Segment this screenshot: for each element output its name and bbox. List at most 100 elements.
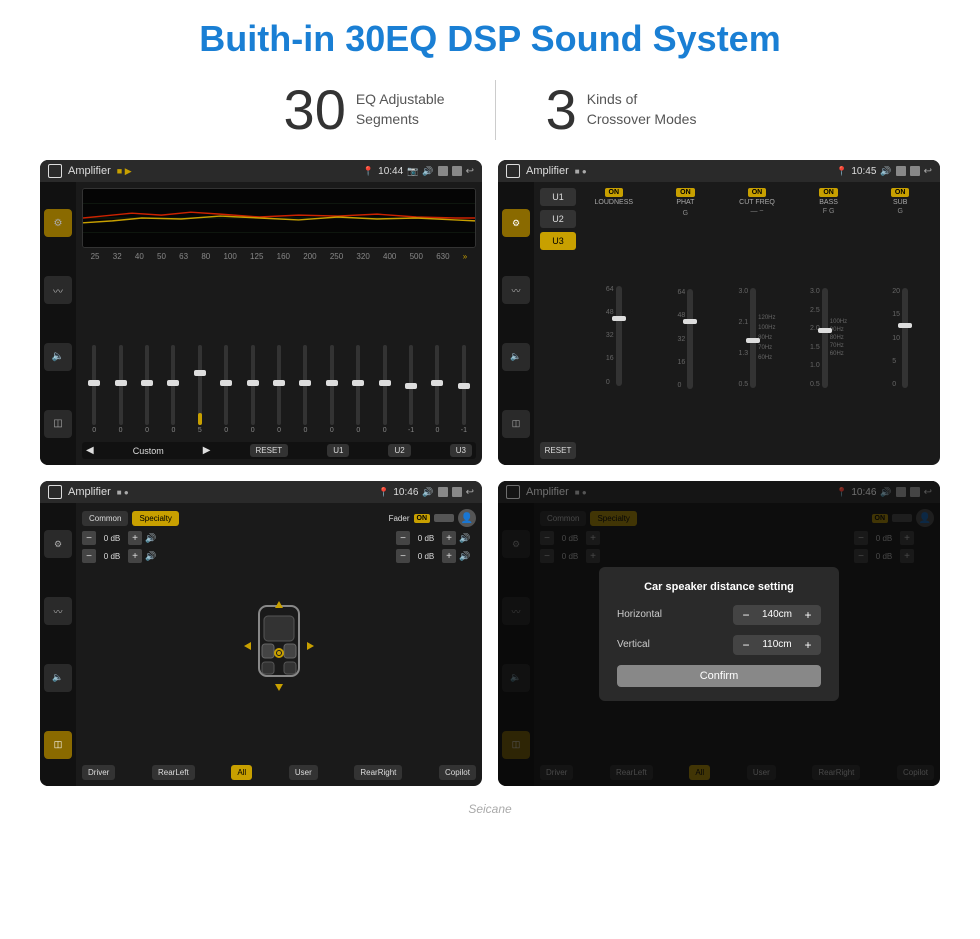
eq-slider-3[interactable]: 0: [135, 345, 159, 434]
eq-slider-2[interactable]: 0: [108, 345, 132, 434]
loudness-on-btn[interactable]: ON: [605, 188, 624, 197]
vertical-minus-btn[interactable]: −: [739, 638, 753, 652]
cr-sidebar-2[interactable]: 〰: [502, 276, 530, 304]
sp1-sb1[interactable]: ⚙: [44, 530, 72, 558]
sp1-center: − 0 dB + 🔊 − 0 dB + 🔊: [82, 531, 476, 761]
eq-sidebar-btn-3[interactable]: 🔈: [44, 343, 72, 371]
specialty-mode-btn[interactable]: Specialty: [132, 511, 178, 526]
back-icon-sp1[interactable]: ↩: [466, 487, 474, 498]
u3-btn[interactable]: U3: [450, 444, 472, 457]
confirm-button[interactable]: Confirm: [617, 665, 821, 687]
next-icon[interactable]: ▶: [203, 445, 211, 456]
vol-minus-2[interactable]: −: [82, 549, 96, 563]
home-icon[interactable]: [48, 164, 62, 178]
vol-plus-4[interactable]: +: [442, 549, 456, 563]
eq-slider-4[interactable]: 0: [161, 345, 185, 434]
eq-slider-5[interactable]: 5: [188, 345, 212, 434]
eq-sidebar-btn-4[interactable]: ◫: [44, 410, 72, 438]
eq-icon: ⚙: [54, 218, 63, 229]
stat-number-crossover: 3: [546, 82, 577, 138]
vol-minus-3[interactable]: −: [396, 531, 410, 545]
driver-btn[interactable]: Driver: [82, 765, 115, 780]
home-icon-cr[interactable]: [506, 164, 520, 178]
preset-u3[interactable]: U3: [540, 232, 576, 250]
preset-u1[interactable]: U1: [540, 188, 576, 206]
home-icon-sp1[interactable]: [48, 485, 62, 499]
sp1-sb2[interactable]: 〰: [44, 597, 72, 625]
back-icon-cr[interactable]: ↩: [924, 166, 932, 177]
cr-sidebar-3[interactable]: 🔈: [502, 343, 530, 371]
fader-slider[interactable]: [434, 514, 454, 522]
vol-val-1: 0 dB: [99, 534, 125, 543]
eq-slider-11[interactable]: 0: [346, 345, 370, 434]
cr-sidebar-4[interactable]: ◫: [502, 410, 530, 438]
eq-slider-13[interactable]: -1: [399, 345, 423, 434]
eq-slider-7[interactable]: 0: [240, 345, 264, 434]
phat-g-label: G: [683, 210, 688, 217]
common-mode-btn[interactable]: Common: [82, 511, 128, 526]
sub-slider[interactable]: 20151050: [892, 217, 908, 459]
prev-icon[interactable]: ◀: [86, 445, 94, 456]
stat-text-crossover: Kinds ofCrossover Modes: [587, 90, 697, 129]
all-btn[interactable]: All: [231, 765, 252, 780]
eq-sidebar-btn-1[interactable]: ⚙: [44, 209, 72, 237]
vertical-plus-btn[interactable]: +: [801, 638, 815, 652]
status-bar-left-cr: Amplifier ■ ●: [506, 164, 587, 178]
eq-sidebar-btn-2[interactable]: 〰: [44, 276, 72, 304]
vol-plus-2[interactable]: +: [128, 549, 142, 563]
preset-u2[interactable]: U2: [540, 210, 576, 228]
u2-btn[interactable]: U2: [388, 444, 410, 457]
eq-slider-9[interactable]: 0: [293, 345, 317, 434]
loudness-slider[interactable]: 644832160: [606, 212, 622, 459]
wave-icon-sp1: 〰: [53, 605, 62, 618]
phat-slider[interactable]: 644832160: [677, 219, 693, 459]
cr-reset-btn[interactable]: RESET: [540, 442, 576, 459]
cutfreq-on-btn[interactable]: ON: [748, 188, 767, 197]
vol-minus-4[interactable]: −: [396, 549, 410, 563]
vertical-control[interactable]: − 110cm +: [733, 635, 821, 655]
u1-btn[interactable]: U1: [327, 444, 349, 457]
preset-column: U1 U2 U3 RESET: [540, 188, 576, 459]
sb-left-sp1: Amplifier ■ ●: [48, 485, 129, 499]
eq-slider-12[interactable]: 0: [372, 345, 396, 434]
reset-btn[interactable]: RESET: [250, 444, 289, 457]
cutfreq-slider[interactable]: 3.02.11.30.5 120Hz100Hz80Hz70Hz60Hz: [738, 217, 775, 459]
screen-speaker2: Amplifier ■ ● 📍 10:46 🔊 ↩ ⚙ 〰 🔈 ◫ Co: [498, 481, 940, 786]
vol-icon-sp1: 🔊: [422, 487, 433, 498]
status-bar-right-cr: 📍 10:45 🔊 ↩: [836, 166, 932, 177]
rearright-btn[interactable]: RearRight: [354, 765, 402, 780]
time-eq: 10:44: [378, 166, 403, 177]
rearleft-btn[interactable]: RearLeft: [152, 765, 195, 780]
phat-on-btn[interactable]: ON: [676, 188, 695, 197]
bass-on-btn[interactable]: ON: [819, 188, 838, 197]
volume-icon-eq: 🔊: [422, 166, 433, 177]
sp1-sb3[interactable]: 🔈: [44, 664, 72, 692]
speaker-icon-4: 🔊: [459, 551, 470, 562]
eq-slider-1[interactable]: 0: [82, 345, 106, 434]
vol-plus-1[interactable]: +: [128, 531, 142, 545]
bass-slider[interactable]: 3.02.52.01.51.00.5 100Hz90Hz80Hz70Hz60Hz: [810, 217, 847, 459]
cr-sidebar-1[interactable]: ⚙: [502, 209, 530, 237]
loudness-scale: 644832160: [606, 286, 614, 386]
sp1-diagram: [168, 531, 390, 761]
sub-on-btn[interactable]: ON: [891, 188, 910, 197]
vol-plus-3[interactable]: +: [442, 531, 456, 545]
horizontal-minus-btn[interactable]: −: [739, 608, 753, 622]
back-icon[interactable]: ↩: [466, 166, 474, 177]
vol-minus-1[interactable]: −: [82, 531, 96, 545]
copilot-btn[interactable]: Copilot: [439, 765, 476, 780]
horizontal-control[interactable]: − 140cm +: [733, 605, 821, 625]
user-btn[interactable]: User: [289, 765, 318, 780]
eq-slider-15[interactable]: -1: [452, 345, 476, 434]
sp1-sb4[interactable]: ◫: [44, 731, 72, 759]
spk-icon-cr: ◫: [512, 418, 521, 429]
horizontal-plus-btn[interactable]: +: [801, 608, 815, 622]
eq-slider-10[interactable]: 0: [320, 345, 344, 434]
eq-slider-8[interactable]: 0: [267, 345, 291, 434]
phat-scale: 644832160: [677, 289, 685, 389]
eq-slider-6[interactable]: 0: [214, 345, 238, 434]
app-title-eq: Amplifier: [68, 165, 111, 177]
fader-on-btn[interactable]: ON: [414, 514, 431, 523]
eq-slider-14[interactable]: 0: [425, 345, 449, 434]
speaker-distance-dialog: Car speaker distance setting Horizontal …: [599, 567, 839, 701]
